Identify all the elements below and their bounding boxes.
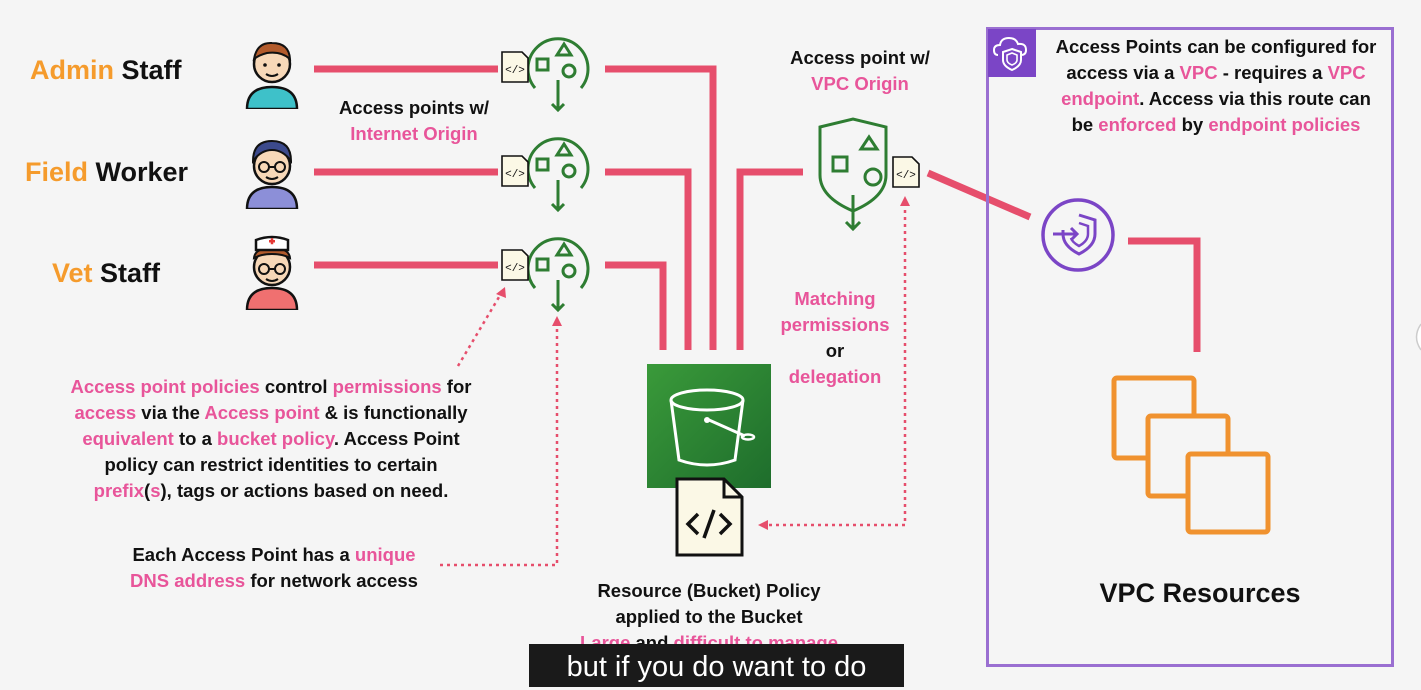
policy-document-icon: </> (501, 249, 529, 281)
vpc-origin-line2: VPC Origin (811, 73, 909, 94)
role-word2: Staff (100, 258, 161, 288)
diagram-stage: Admin Staff Field Worker Vet Staff </> <… (0, 0, 1421, 687)
s3-bucket-icon (669, 388, 756, 467)
connector-ap1-bucket (605, 65, 717, 350)
field-worker-avatar-icon (245, 139, 299, 209)
vpc-note: Access Points can be configured for acce… (1040, 34, 1392, 138)
s3-bucket-tile (647, 364, 771, 488)
matching-line2: permissions (780, 314, 890, 335)
matching-line4: delegation (788, 366, 882, 387)
connector-ap3-bucket (605, 261, 667, 350)
access-point-policy-note: Access point policies control permission… (40, 374, 502, 504)
arrowhead-dns (552, 316, 562, 326)
bucket-policy-line1: Resource (Bucket) Policy (597, 580, 821, 601)
access-point-icon: </> (501, 137, 590, 213)
matching-line1: Matching (794, 288, 876, 309)
dotted-policy-arrow (456, 291, 504, 367)
policy-note-line5: prefix(s), tags or actions based on need… (93, 480, 449, 501)
access-point-icon: </> (501, 237, 590, 313)
vpc-note-line3: endpoint. Access via this route can (1061, 88, 1371, 109)
matching-permissions-label: Matching permissions or delegation (760, 286, 910, 390)
policy-note-line3: equivalent to a bucket policy. Access Po… (82, 428, 460, 449)
role-word1: Vet (52, 258, 93, 288)
policy-note-line4: policy can restrict identities to certai… (104, 454, 438, 475)
role-field-worker: Field Worker (25, 157, 188, 188)
role-word1: Admin (30, 55, 114, 85)
vpc-access-point-icon: </> (818, 117, 920, 232)
dns-note: Each Access Point has a unique DNS addre… (110, 542, 438, 594)
dns-note-line1: Each Access Point has a unique (132, 544, 416, 565)
arrowhead-bucket (758, 520, 768, 530)
vpc-origin-label: Access point w/ VPC Origin (770, 45, 950, 97)
vpc-note-line2: access via a VPC - requires a VPC (1066, 62, 1366, 83)
vpc-endpoint-icon (1041, 198, 1115, 272)
svg-text:</>: </> (896, 170, 916, 182)
role-vet-staff: Vet Staff (52, 258, 160, 289)
svg-text:</>: </> (505, 169, 525, 181)
admin-avatar-icon (245, 41, 299, 109)
role-word1: Field (25, 157, 89, 187)
vpc-note-line4: be enforced by endpoint policies (1071, 114, 1361, 135)
svg-text:</>: </> (505, 65, 525, 77)
policy-document-icon: </> (501, 155, 529, 187)
connector-ap2-bucket (605, 168, 692, 350)
policy-note-line2: access via the Access point & is functio… (74, 402, 468, 423)
internet-origin-line2: Internet Origin (350, 123, 478, 144)
ec2-instances-icon (1111, 375, 1271, 535)
vpc-origin-line1: Access point w/ (790, 47, 930, 68)
bucket-policy-document-icon (675, 477, 744, 557)
role-admin-staff: Admin Staff (30, 55, 182, 86)
vet-staff-avatar-icon (245, 235, 299, 310)
access-point-icon: </> (501, 37, 590, 112)
vpc-note-line1: Access Points can be configured for (1055, 36, 1377, 57)
internet-origin-line1: Access points w/ (338, 97, 490, 118)
role-word2: Staff (121, 55, 182, 85)
internet-origin-label: Access points w/ Internet Origin (322, 95, 506, 147)
svg-text:</>: </> (505, 263, 525, 275)
role-word2: Worker (95, 157, 189, 187)
dns-note-line2: DNS address for network access (130, 570, 418, 591)
matching-line3: or (825, 340, 845, 361)
policy-note-line1: Access point policies control permission… (70, 376, 472, 397)
video-caption: but if you do want to do (529, 644, 904, 687)
side-handle-icon[interactable] (1410, 322, 1421, 352)
vpc-resources-label: VPC Resources (1099, 578, 1301, 608)
policy-document-icon: </> (501, 51, 529, 83)
vpc-shield-icon (988, 29, 1036, 77)
bucket-policy-line2: applied to the Bucket (615, 606, 803, 627)
policy-document-icon: </> (892, 156, 920, 188)
